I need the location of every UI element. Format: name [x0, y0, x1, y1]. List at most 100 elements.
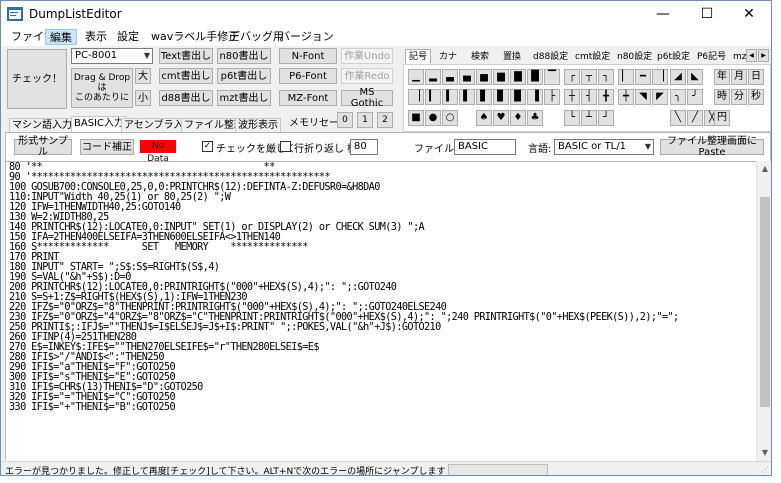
close-button[interactable]: ✕ — [727, 1, 771, 28]
palette-symbol[interactable]: ▕ — [408, 89, 424, 105]
n-font-button[interactable]: N-Font — [279, 48, 337, 64]
ms-gothic-button[interactable]: MS Gothic — [341, 87, 393, 109]
palette-symbol[interactable]: ▍ — [442, 89, 458, 105]
menu-version[interactable]: バージョン — [275, 29, 338, 45]
scroll-up-icon[interactable]: ▲ — [757, 161, 771, 177]
palette-symbol[interactable]: ▂ — [425, 69, 441, 85]
palette-tab-p6-symbols[interactable]: P6記号 — [693, 49, 730, 64]
palette-symbol[interactable]: ▎ — [425, 89, 441, 105]
language-select[interactable]: BASIC or TL/1 ▼ — [554, 139, 654, 155]
palette-symbol[interactable]: ╲ — [670, 110, 686, 126]
code-fix-button[interactable]: コード補正 — [80, 139, 134, 155]
tab-basic[interactable]: BASIC入力 — [71, 116, 127, 133]
palette-symbol[interactable]: ◢ — [670, 69, 686, 85]
palette-symbol[interactable]: ◥ — [635, 89, 651, 105]
palette-symbol[interactable]: ▊ — [493, 89, 509, 105]
palette-symbol[interactable]: ┼ — [564, 89, 580, 105]
palette-tab-cmt[interactable]: cmt設定 — [571, 49, 614, 64]
palette-symbol[interactable]: 円 — [714, 110, 730, 126]
palette-symbol[interactable]: ┘ — [598, 110, 614, 126]
palette-symbol[interactable]: ▐ — [527, 89, 543, 105]
palette-symbol[interactable]: └ — [564, 110, 580, 126]
scrollbar-thumb[interactable] — [760, 197, 770, 407]
palette-symbol[interactable]: ◣ — [687, 69, 703, 85]
strict-check-checkbox[interactable]: ✓ — [202, 141, 213, 152]
machine-select[interactable]: PC-8001 ▼ — [71, 48, 153, 64]
check-button[interactable]: チェック！ — [7, 49, 67, 109]
palette-scroll-left-icon[interactable]: ◀ — [746, 49, 757, 62]
palette-symbol[interactable]: ▏ — [618, 69, 634, 85]
font-small-button[interactable]: 小 — [135, 90, 151, 106]
filename-input[interactable]: BASIC — [454, 139, 516, 155]
palette-symbol[interactable]: ┌ — [564, 69, 580, 85]
memory-save-slot-0[interactable]: 0 — [337, 112, 353, 128]
palette-symbol[interactable]: 月 — [731, 69, 747, 85]
palette-symbol[interactable]: ╋ — [598, 89, 614, 105]
palette-symbol[interactable]: 分 — [731, 89, 747, 105]
palette-symbol[interactable]: ▁ — [408, 69, 424, 85]
font-large-button[interactable]: 大 — [135, 68, 151, 84]
wrap-checkbox[interactable] — [280, 141, 291, 152]
palette-tab-search[interactable]: 検索 — [467, 49, 493, 64]
palette-symbol[interactable]: ■ — [408, 110, 424, 126]
palette-tab-n80[interactable]: n80設定 — [613, 49, 656, 64]
minimize-button[interactable]: — — [641, 1, 685, 28]
d88-write-button[interactable]: d88書出し — [159, 90, 213, 106]
palette-symbol[interactable]: ┴ — [581, 110, 597, 126]
maximize-button[interactable]: ☐ — [685, 1, 729, 28]
undo-button[interactable]: 作業Undo — [341, 48, 393, 64]
palette-symbol[interactable]: ━ — [635, 69, 651, 85]
palette-symbol[interactable]: ♠ — [476, 110, 492, 126]
palette-tab-symbols[interactable]: 記号 — [405, 49, 432, 64]
palette-symbol[interactable]: ◤ — [652, 89, 668, 105]
redo-button[interactable]: 作業Redo — [341, 68, 393, 84]
menu-edit[interactable]: 編集 — [45, 29, 77, 45]
format-sample-button[interactable]: 形式サンプル — [14, 136, 72, 158]
cmt-write-button[interactable]: cmt書出し — [159, 68, 213, 84]
menu-settings[interactable]: 設定 — [113, 29, 143, 45]
palette-symbol[interactable]: ▅ — [476, 69, 492, 85]
memory-save-slot-1[interactable]: 1 — [357, 112, 373, 128]
paste-to-file-organize-button[interactable]: ファイル整理画面にPaste — [660, 136, 764, 158]
palette-symbol[interactable]: ┤ — [581, 89, 597, 105]
palette-symbol[interactable]: 年 — [714, 69, 730, 85]
palette-symbol[interactable]: ▆ — [493, 69, 509, 85]
drag-drop-area[interactable]: Drag & Drop は このあたりに — [71, 68, 133, 108]
resize-grip-icon[interactable]: ⋰ — [761, 465, 769, 474]
palette-symbol[interactable]: 日 — [748, 69, 764, 85]
n80-write-button[interactable]: n80書出し — [217, 48, 271, 64]
palette-tab-p6t[interactable]: p6t設定 — [653, 49, 694, 64]
scroll-down-icon[interactable]: ▼ — [757, 445, 771, 461]
palette-symbol[interactable]: ○ — [442, 110, 458, 126]
palette-symbol[interactable]: ├ — [544, 89, 560, 105]
palette-symbol[interactable]: ╱ — [687, 110, 703, 126]
palette-symbol[interactable]: ╯ — [687, 89, 703, 105]
memory-save-slot-2[interactable]: 2 — [377, 112, 393, 128]
tab-machine-code[interactable]: マシン語入力 — [9, 118, 75, 133]
p6t-write-button[interactable]: p6t書出し — [217, 68, 271, 84]
palette-symbol[interactable]: ▕ — [652, 69, 668, 85]
palette-symbol[interactable]: ▉ — [510, 89, 526, 105]
palette-symbol[interactable]: ▔ — [544, 69, 560, 85]
palette-symbol[interactable]: ♣ — [527, 110, 543, 126]
tab-waveform[interactable]: 波形表示 — [235, 118, 281, 133]
palette-symbol[interactable]: █ — [527, 69, 543, 85]
palette-tab-kana[interactable]: カナ — [435, 49, 461, 64]
palette-symbol[interactable]: ▋ — [476, 89, 492, 105]
palette-tab-replace[interactable]: 置換 — [499, 49, 525, 64]
editor-scrollbar[interactable]: ▲ ▼ — [756, 161, 771, 461]
palette-symbol[interactable]: ┐ — [598, 69, 614, 85]
palette-symbol[interactable]: ▄ — [459, 69, 475, 85]
palette-symbol[interactable]: ♦ — [510, 110, 526, 126]
menu-view[interactable]: 表示 — [81, 29, 111, 45]
palette-symbol[interactable]: ● — [425, 110, 441, 126]
palette-symbol[interactable]: ╮ — [670, 89, 686, 105]
p6-font-button[interactable]: P6-Font — [279, 68, 337, 84]
palette-tab-d88[interactable]: d88設定 — [529, 49, 572, 64]
code-editor[interactable]: 80 '** ** 90 '**************************… — [6, 161, 756, 461]
mzt-write-button[interactable]: mzt書出し — [217, 90, 271, 106]
palette-symbol[interactable]: ▌ — [459, 89, 475, 105]
palette-symbol[interactable]: ┿ — [618, 89, 634, 105]
palette-symbol[interactable]: 時 — [714, 89, 730, 105]
text-write-button[interactable]: Text書出し — [159, 48, 213, 64]
